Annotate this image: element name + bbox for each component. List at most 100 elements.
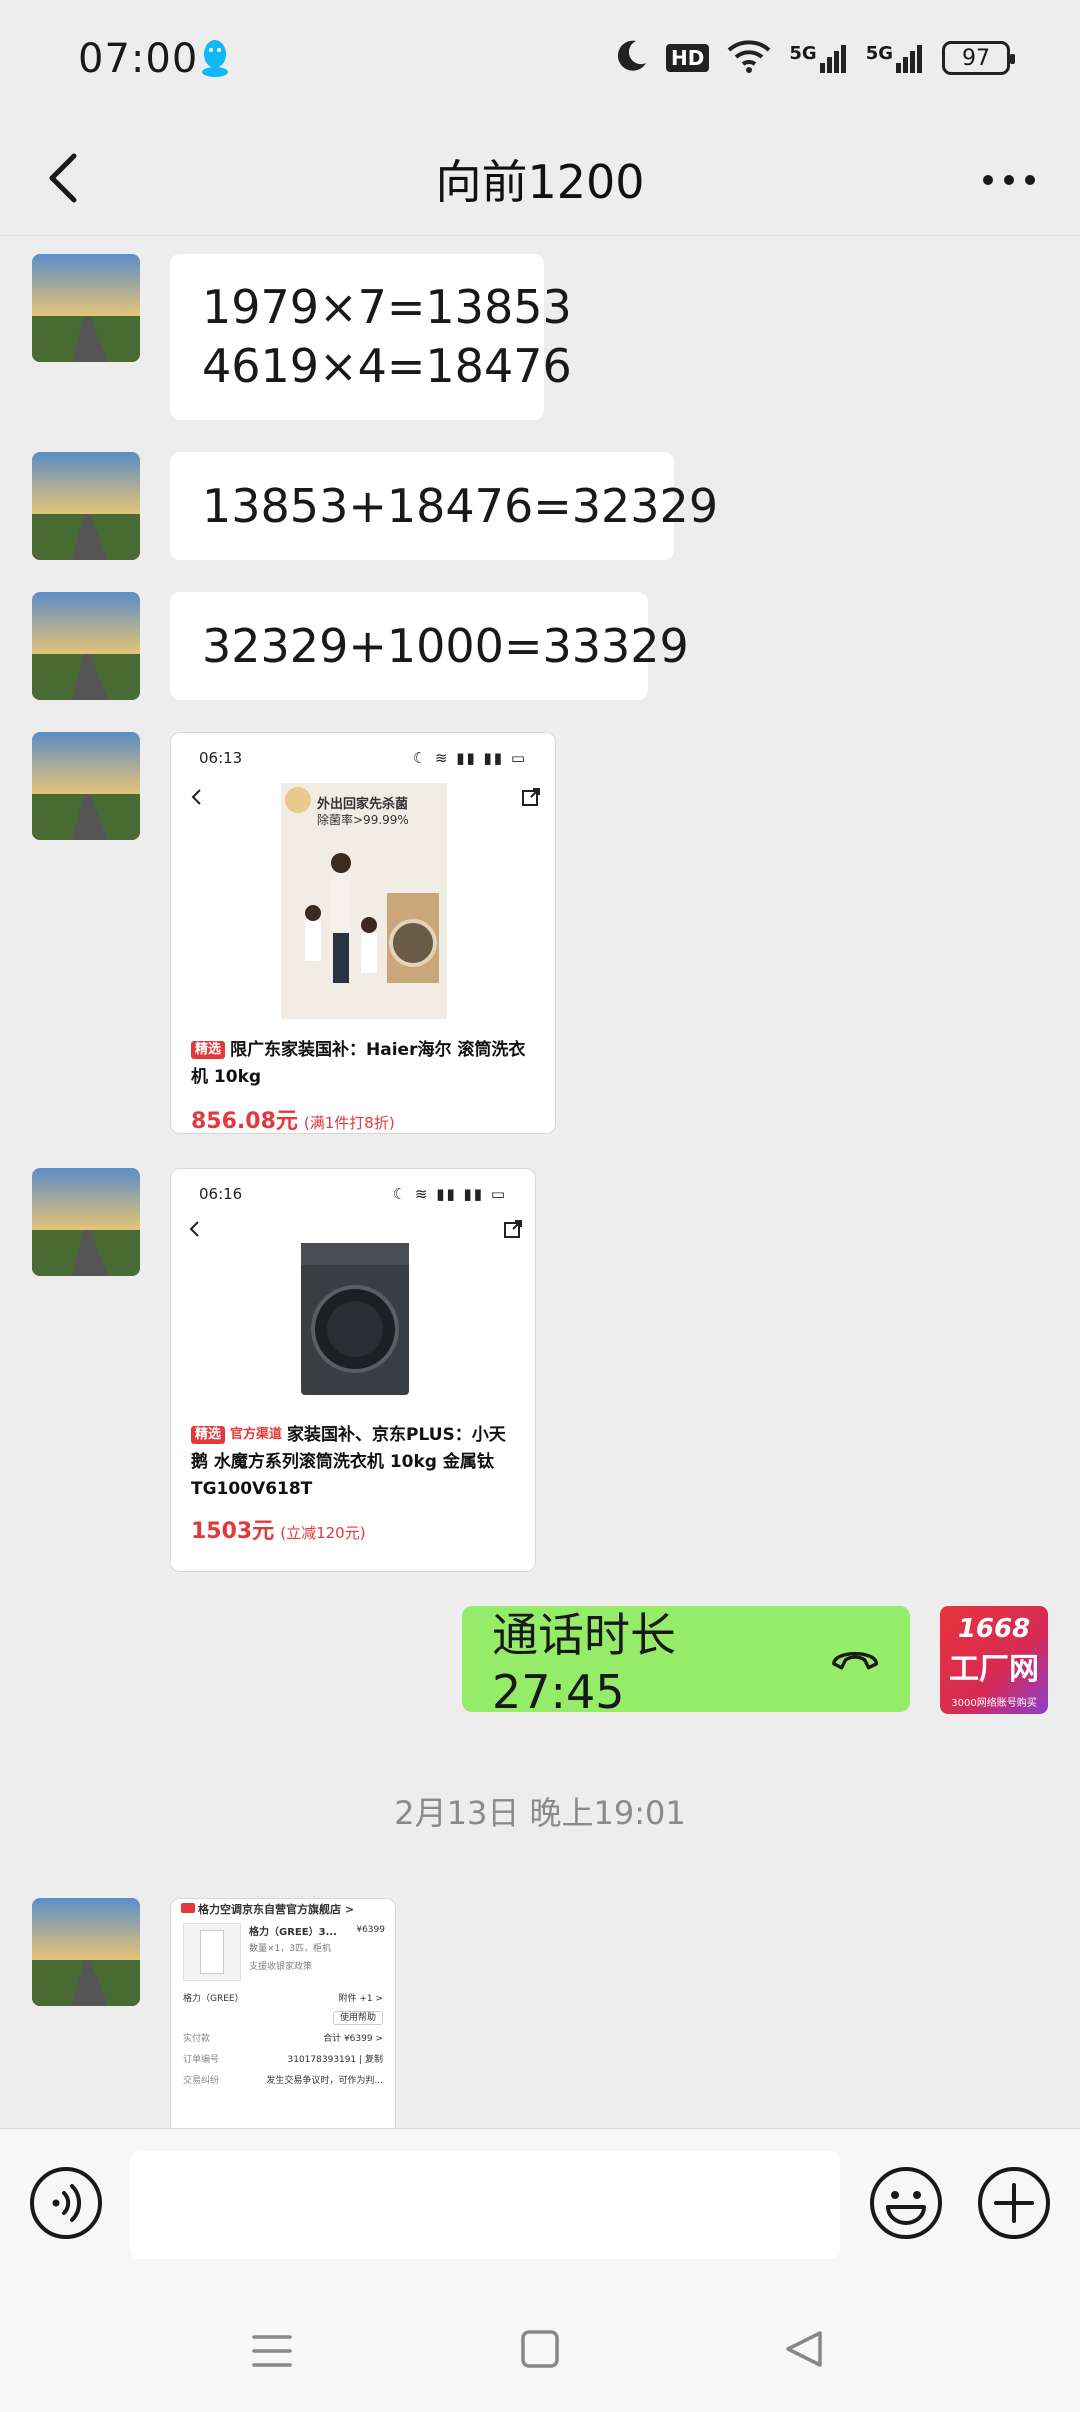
mini-status-icons: ☾ ≋ ▮▮ ▮▮ ▭ [392,1185,507,1203]
mini-status-bar: 06:13 ☾ ≋ ▮▮ ▮▮ ▭ [171,733,555,783]
status-time: 07:00 [78,36,199,82]
message-text: 1979×7=13853 [202,280,572,334]
message-text: 4619×4=18476 [202,339,572,393]
product-title: 精选 官方渠道 家装国补、京东PLUS：小天鹅 水魔方系列滚筒洗衣机 10kg 金属… [171,1421,535,1503]
product-price: 856.08元 (满1件打8折) [171,1103,555,1133]
1668-logo: 1668 工厂网 3000网络账号购买 [940,1606,1048,1714]
contact-avatar[interactable] [32,592,140,700]
price-value: 1503元 [191,1519,275,1544]
share-icon [522,788,540,806]
washing-machine-image [301,1243,409,1395]
order-product-row: 格力（GREE）3... ¥6399 数量×1，3匹，柜机 支援收银家政策 [171,1919,395,1991]
plus-circle-icon [978,2167,1050,2239]
ac-product-image [183,1923,241,1981]
product-price: 1503元 (立减120元) [171,1513,535,1545]
product-title: 精选 限广东家装国补：Haier海尔 滚筒洗衣机 10kg [171,1037,555,1091]
product-photo: 外出回家先杀菌 除菌率>99.99% [281,783,447,1019]
network-type-2: 5G [865,43,893,64]
hd-icon: HD [666,44,710,72]
product-image-area: 外出回家先杀菌 除菌率>99.99% [171,783,555,1023]
message-input[interactable] [130,2151,840,2259]
copy-link: 复制 [364,2055,383,2065]
more-functions-button[interactable] [976,2165,1052,2245]
order-brand-row: 格力（GREE） 附件 +1 > [171,1991,395,2004]
my-avatar[interactable]: 1668 工厂网 3000网络账号购买 [940,1606,1048,1714]
order-product-name: 格力（GREE）3... [249,1927,337,1938]
moon-icon [616,39,648,77]
mini-status-icons: ☾ ≋ ▮▮ ▮▮ ▭ [412,749,527,767]
product-title-text: 限广东家装国补：Haier海尔 滚筒洗衣机 10kg [191,1040,526,1087]
qq-penguin-icon [200,38,230,82]
dispute-label: 交易纠纷 [183,2076,220,2086]
nav-home-button[interactable] [520,2329,560,2373]
shop-name: 格力空调京东自营官方旗舰店 > [171,1899,395,1919]
nav-recent-apps-button[interactable] [250,2329,294,2377]
jd-badge-icon [181,1903,195,1913]
mini-status-time: 06:16 [199,1185,243,1203]
mini-status-time: 06:13 [199,749,243,767]
paid-label: 实付款 [183,2034,211,2044]
brand-badge-icon [285,787,311,813]
help-button: 使用帮助 [332,2011,383,2025]
emoji-button[interactable] [868,2165,944,2245]
logo-text-1668: 1668 [957,1614,1031,1644]
tag-official: 官方渠道 [230,1427,283,1442]
family-washer-illustration [305,853,439,983]
paid-value: 合计 ¥6399 > [323,2034,383,2044]
paid-row: 实付款 合计 ¥6399 > [171,2029,395,2046]
more-options-button[interactable] [974,148,1044,208]
chat-header: 向前1200 [0,120,1080,236]
product-image-area [171,1219,535,1409]
order-policy: 支援收银家政策 [249,1962,313,1972]
signal-1-icon: 5G [789,43,847,73]
contact-avatar[interactable] [32,1168,140,1276]
signal-2-icon: 5G [866,43,924,73]
contact-avatar[interactable] [32,452,140,560]
voice-input-button[interactable] [28,2165,104,2245]
triangle-back-icon [786,2331,822,2367]
banner-text: 外出回家先杀菌 [317,797,409,812]
chevron-left-icon [189,1221,199,1237]
logo-text-factory: 工厂网 [949,1652,1039,1687]
order-number-value: 310178393191 [287,2055,357,2065]
nav-back-button[interactable] [784,2329,824,2373]
order-attachment: 附件 +1 > [338,1994,383,2004]
date-separator: 2月13日 晚上19:01 [394,1794,686,1832]
order-screenshot-message[interactable]: 格力空调京东自营官方旗舰店 > 格力（GREE）3... ¥6399 数量×1，… [170,1898,396,2128]
banner-text: 除菌率>99.99% [317,813,409,827]
order-qty: 数量×1，3匹，柜机 [249,1944,331,1954]
shop-name-text: 格力空调京东自营官方旗舰店 > [198,1903,355,1916]
order-brand: 格力（GREE） [183,1994,244,2004]
battery-indicator: 97 [942,41,1015,75]
menu-lines-icon [252,2335,292,2367]
order-product-price: ¥6399 [356,1925,385,1935]
message-text: 13853+18476=32329 [202,478,719,533]
contact-avatar[interactable] [32,732,140,840]
status-bar: 07:00 HD 5G 5G 97 [0,0,1080,120]
network-type-1: 5G [789,43,817,64]
wifi-icon [727,38,771,78]
message-bubble[interactable]: 1979×7=13853 4619×4=18476 [170,254,572,420]
chevron-left-icon [191,789,201,805]
order-help-row: 使用帮助 [171,2004,395,2029]
contact-avatar[interactable] [32,254,140,362]
call-duration-text: 通话时长 27:45 [492,1608,676,1719]
square-home-icon [521,2330,559,2368]
contact-avatar[interactable] [32,1898,140,2006]
message-bubble[interactable]: 32329+1000=33329 [170,592,689,700]
phone-hangup-icon [831,1652,878,1670]
screenshot-image-message[interactable]: 06:16 ☾ ≋ ▮▮ ▮▮ ▭ 精选 官方渠道 家装国补、京东PLUS：小天鹅 … [170,1168,536,1572]
order-number-row: 订单编号 310178393191 | 复制 [171,2046,395,2067]
dispute-row: 交易纠纷 发生交易争议时，可作为判... [171,2067,395,2088]
ac-unit-icon [200,1930,224,1974]
logo-text-small: 3000网络账号购买 [951,1698,1037,1709]
tag-featured: 精选 [191,1041,226,1059]
call-record-bubble[interactable]: 通话时长 27:45 [462,1606,910,1719]
status-icons: HD 5G 5G 97 [616,38,1015,78]
message-bubble[interactable]: 13853+18476=32329 [170,452,719,560]
share-icon [504,1220,522,1238]
tag-featured: 精选 [191,1426,226,1444]
voice-icon [30,2167,102,2239]
smiley-icon [870,2167,942,2239]
screenshot-image-message[interactable]: 06:13 ☾ ≋ ▮▮ ▮▮ ▭ 外出回家先杀菌 除菌率>99.99% 精选限… [170,732,556,1134]
